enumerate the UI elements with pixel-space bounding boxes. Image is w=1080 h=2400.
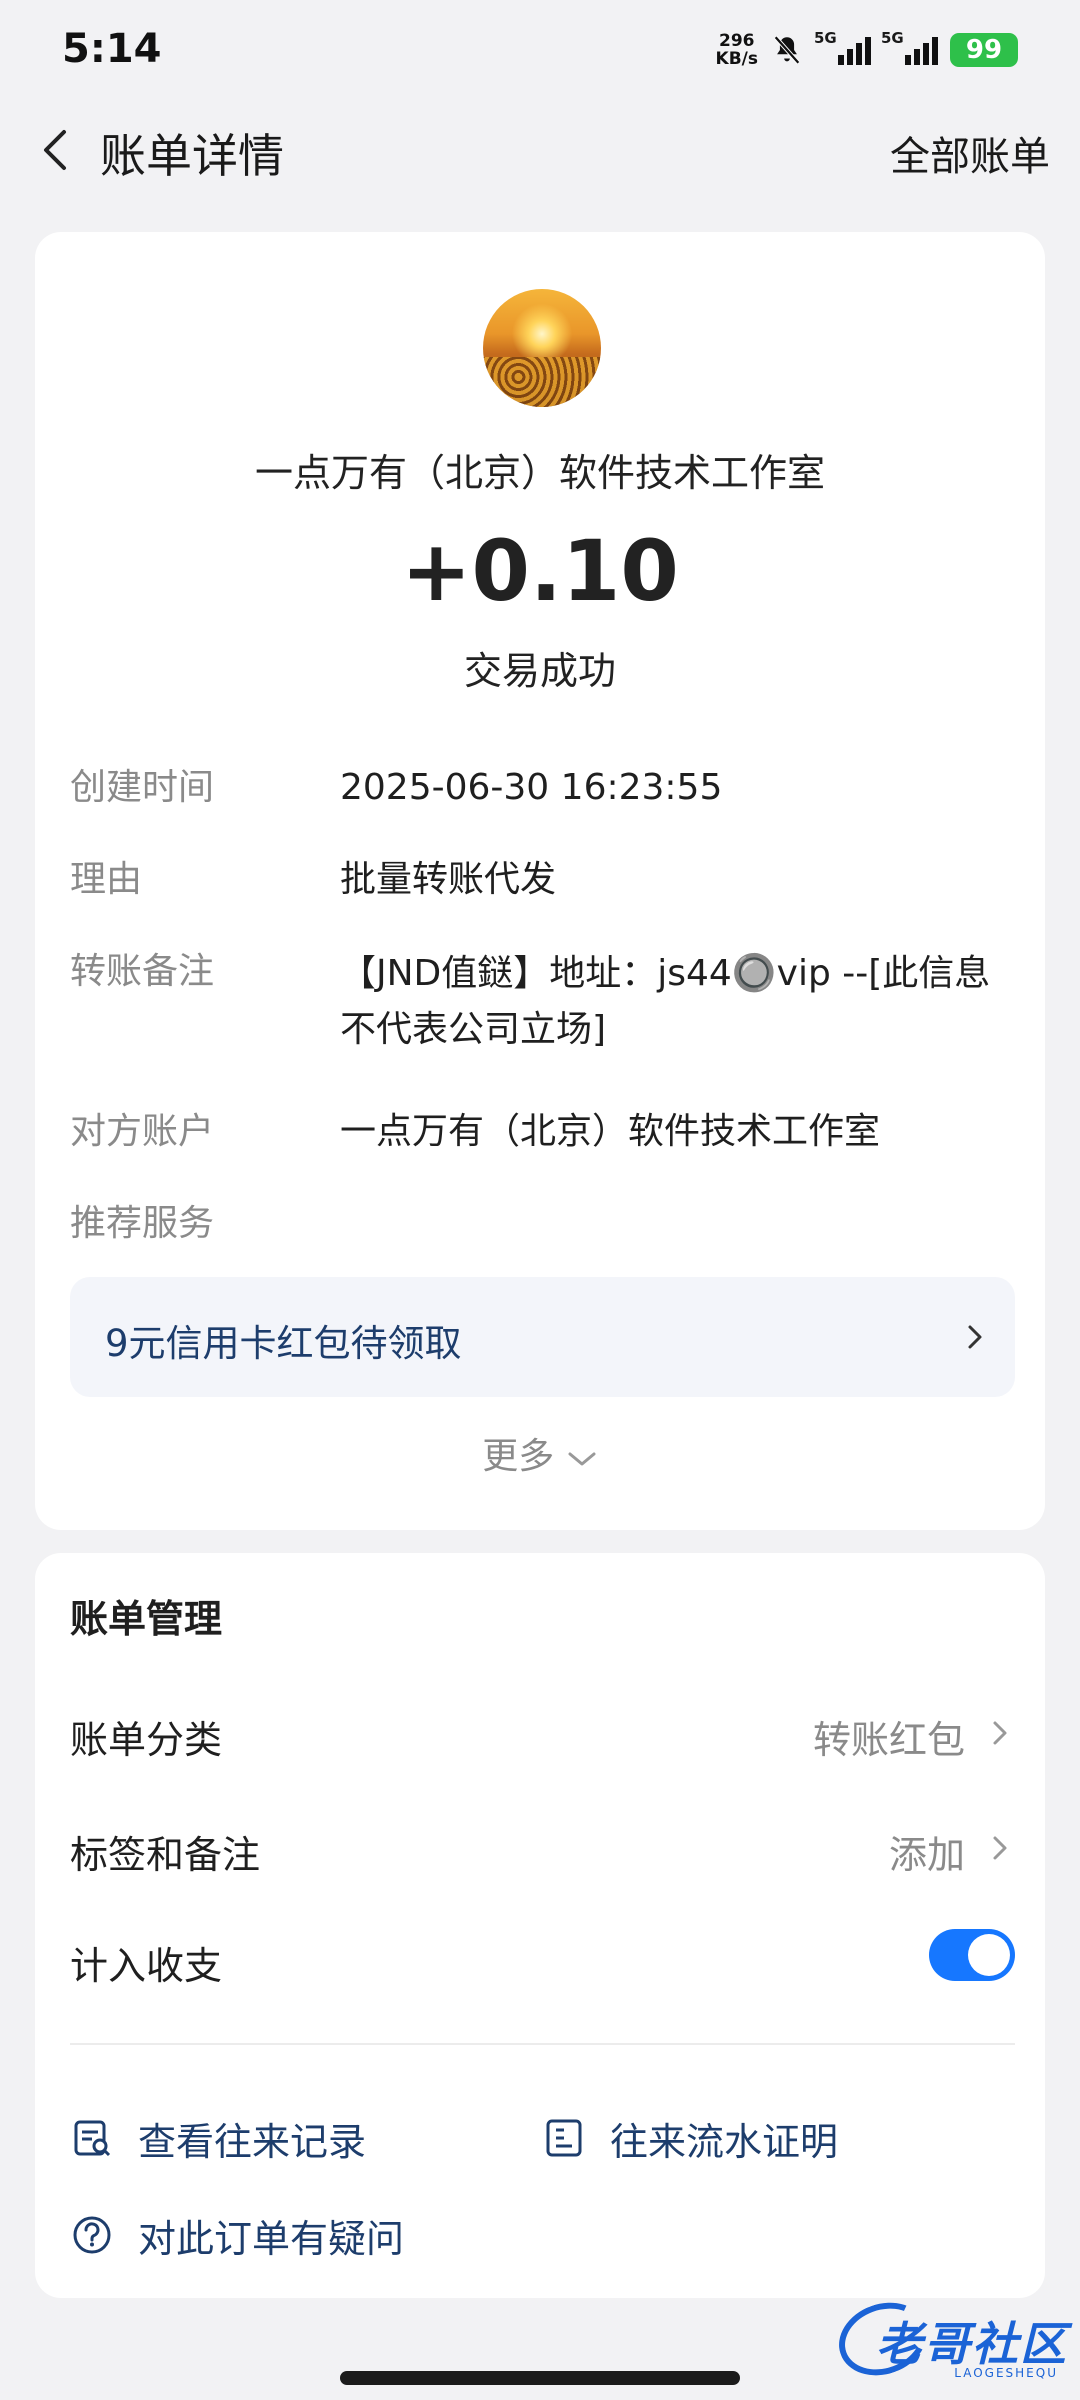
detail-label: 推荐服务: [70, 1203, 215, 1244]
order-question-link[interactable]: 对此订单有疑问: [70, 2205, 404, 2265]
signal-1-label: 5G: [814, 29, 837, 47]
detail-label: 对方账户: [70, 1111, 215, 1152]
detail-value: 一点万有（北京）软件技术工作室: [340, 1111, 881, 1152]
signal-icon-1: 5G: [814, 29, 871, 65]
amount: +0.10: [401, 522, 679, 620]
statement-icon: [546, 2119, 582, 2157]
count-row: 计入收支: [70, 1929, 1015, 1989]
status-icons: 296 KB/s 5G 5G 99: [716, 28, 1018, 72]
detail-value: 批量转账代发: [340, 859, 557, 900]
promo-text: 9元信用卡红包待领取: [105, 1322, 462, 1365]
all-bills-link[interactable]: 全部账单: [890, 124, 1050, 182]
page-title: 账单详情: [100, 129, 284, 183]
watermark-text: 老哥社区: [876, 2317, 1068, 2371]
status-bar: 5:14 296 KB/s 5G 5G 99: [0, 0, 1080, 100]
transaction-card: 一点万有（北京）软件技术工作室 +0.10 交易成功 创建时间 2025-06-…: [35, 232, 1045, 1530]
payee-name: 一点万有（北京）软件技术工作室: [254, 451, 825, 495]
detail-value: 【JND值鎹】地址：js44🔘vip --[此信息不代表公司立场]: [340, 953, 991, 1050]
statement-proof-label: 往来流水证明: [610, 2119, 839, 2164]
question-icon: [73, 2216, 111, 2254]
category-row[interactable]: 账单分类 转账红包: [70, 1703, 1015, 1763]
battery-icon: 99: [950, 33, 1018, 67]
category-label: 账单分类: [70, 1718, 223, 1762]
signal-icon-2: 5G: [881, 29, 938, 65]
home-indicator[interactable]: [340, 2371, 740, 2385]
back-button[interactable]: [30, 118, 90, 182]
chevron-right-icon: [993, 1836, 1007, 1860]
chevron-left-icon: [44, 130, 66, 170]
more-toggle[interactable]: 更多: [35, 1427, 1045, 1479]
battery-level: 99: [965, 35, 1003, 65]
view-records-link[interactable]: 查看往来记录: [70, 2108, 366, 2168]
transaction-status: 交易成功: [463, 649, 616, 693]
section-title: 账单管理: [70, 1597, 223, 1641]
chevron-right-icon: [993, 1721, 1007, 1745]
records-icon: [74, 2120, 111, 2157]
more-label: 更多: [482, 1436, 555, 1477]
chevron-down-icon: [568, 1452, 596, 1466]
net-speed-value: 296: [719, 31, 755, 51]
count-toggle[interactable]: [929, 1929, 1015, 1981]
order-question-label: 对此订单有疑问: [138, 2216, 405, 2261]
net-speed: 296 KB/s: [716, 32, 758, 68]
detail-value: 2025-06-30 16:23:55: [340, 767, 723, 808]
chevron-right-icon: [968, 1325, 982, 1349]
detail-label: 理由: [70, 859, 143, 900]
net-speed-unit: KB/s: [715, 49, 758, 69]
category-value: 转账红包: [812, 1718, 965, 1762]
view-records-label: 查看往来记录: [138, 2119, 367, 2164]
bill-management-card: 账单管理 账单分类 转账红包 标签和备注 添加 计入收支 查看往来记录 往来流水…: [35, 1553, 1045, 2298]
divider: [70, 2043, 1015, 2045]
status-time: 5:14: [62, 26, 162, 72]
tags-label: 标签和备注: [70, 1833, 261, 1877]
detail-label: 创建时间: [70, 767, 215, 808]
count-label: 计入收支: [70, 1944, 223, 1988]
payee-avatar: [483, 289, 601, 407]
mute-bell-icon: [774, 35, 800, 65]
tags-value: 添加: [888, 1833, 965, 1877]
promo-banner[interactable]: 9元信用卡红包待领取: [70, 1277, 1015, 1397]
watermark-subtext: LAOGESHEQU: [954, 2366, 1058, 2380]
watermark-logo: 老哥社区 LAOGESHEQU: [828, 2290, 1068, 2388]
tags-row[interactable]: 标签和备注 添加: [70, 1818, 1015, 1878]
statement-proof-link[interactable]: 往来流水证明: [542, 2108, 838, 2168]
signal-2-label: 5G: [881, 29, 904, 47]
nav-bar: 账单详情 全部账单: [0, 110, 1080, 190]
detail-row-remark: 转账备注 【JND值鎹】地址：js44🔘vip --[此信息不代表公司立场]: [70, 946, 1010, 1056]
detail-label: 转账备注: [70, 951, 215, 992]
